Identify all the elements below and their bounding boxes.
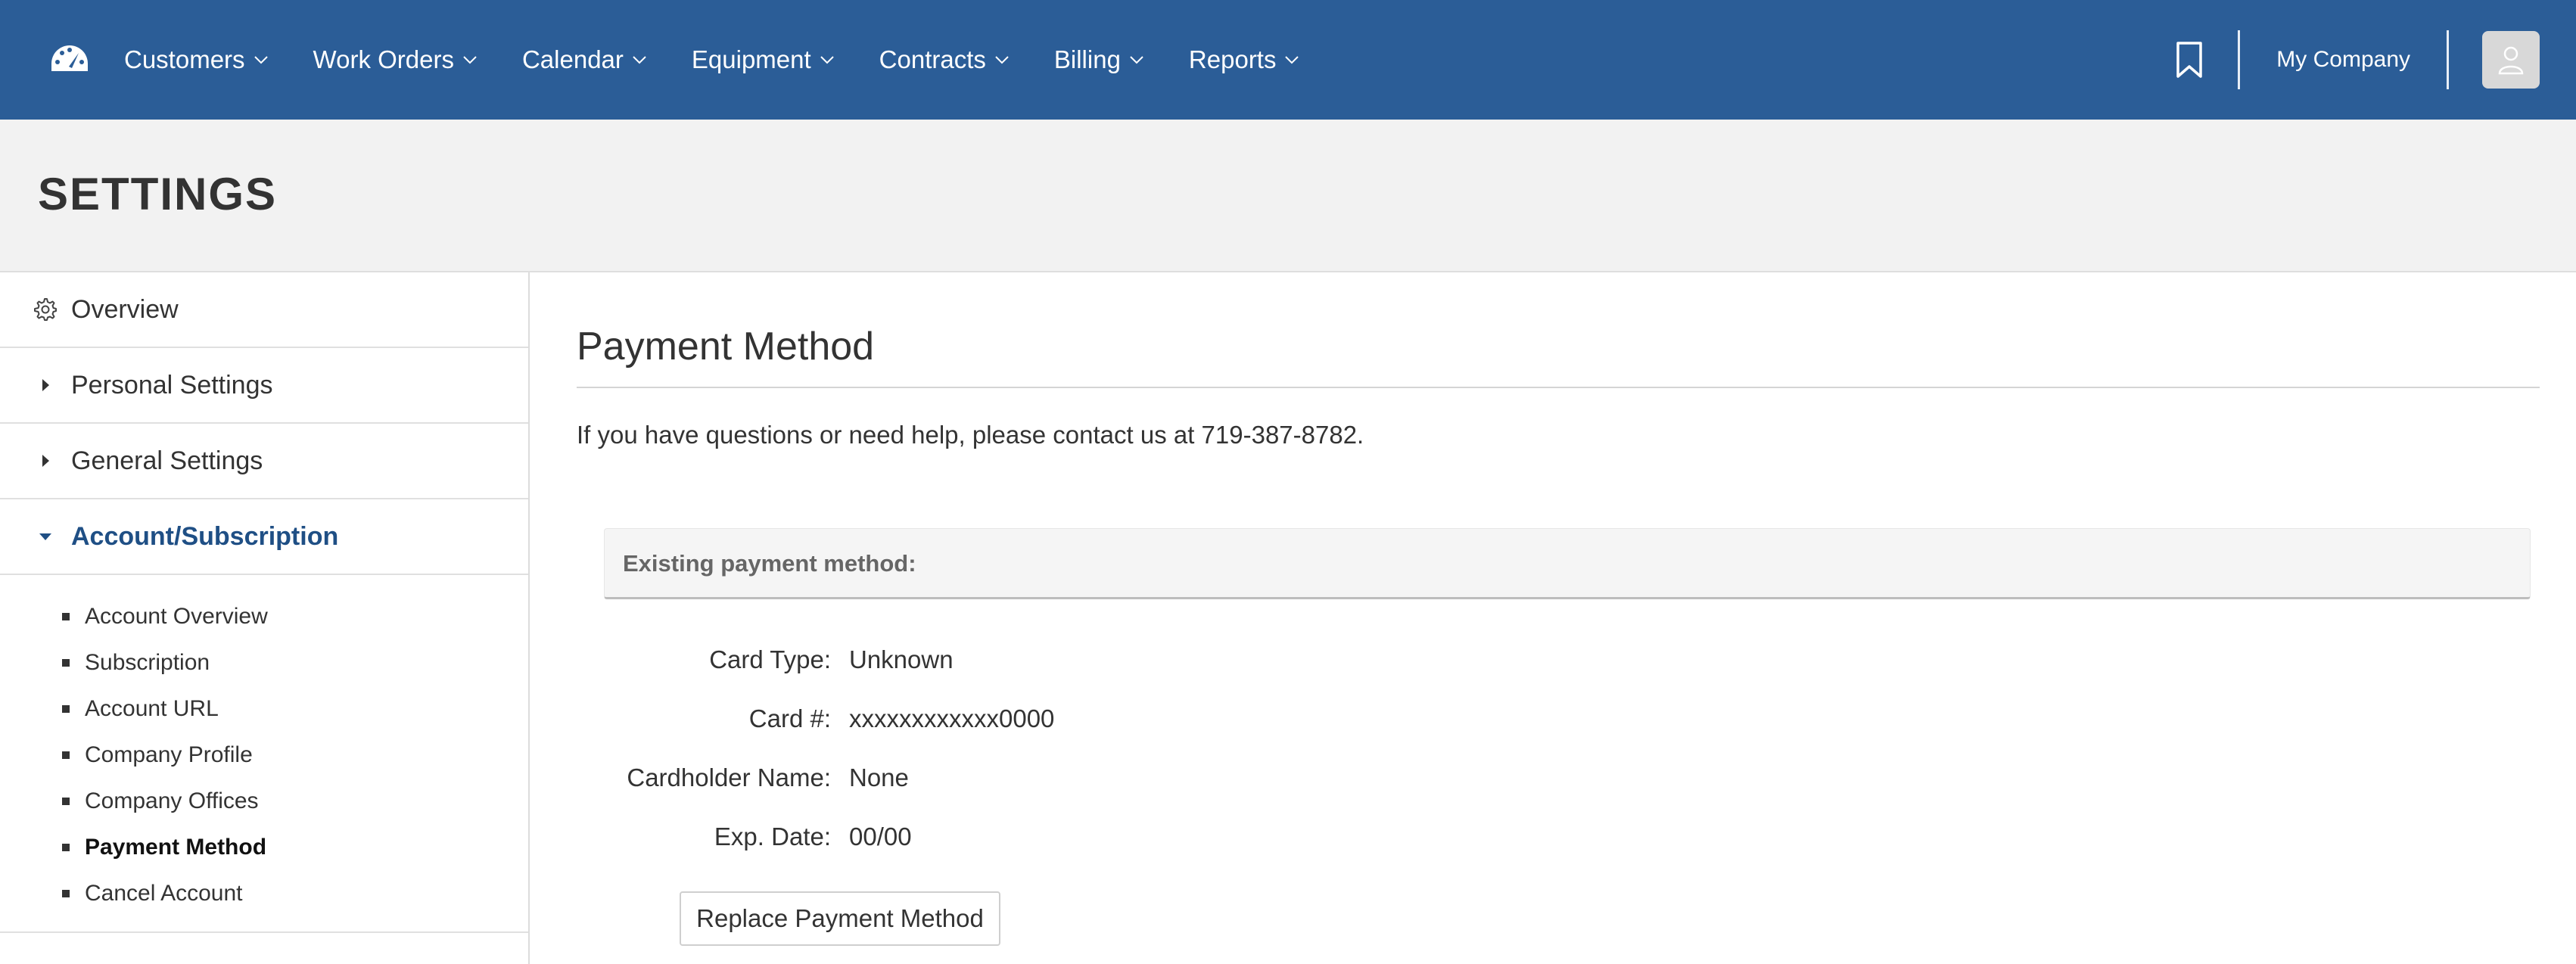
nav-contracts-label: Contracts xyxy=(879,45,986,73)
nav-work-orders-label: Work Orders xyxy=(313,45,454,73)
nav-reports[interactable]: Reports xyxy=(1189,45,1299,74)
field-value: 00/00 xyxy=(849,823,912,850)
field-label: Card #: xyxy=(748,704,831,732)
subnav-label: Cancel Account xyxy=(85,880,243,906)
caret-right-icon xyxy=(30,378,61,393)
page-title: SETTINGS xyxy=(38,169,278,219)
nav-reports-label: Reports xyxy=(1188,45,1277,73)
nav-work-orders[interactable]: Work Orders xyxy=(313,45,477,74)
bullet xyxy=(62,704,70,713)
top-nav: Customers Work Orders Calendar Equipment… xyxy=(0,0,2576,120)
sidebar-item-label: General Settings xyxy=(71,446,263,475)
field-label: Card Type: xyxy=(709,645,831,673)
caret-down-icon xyxy=(30,531,61,542)
bookmark-icon[interactable] xyxy=(2174,39,2204,80)
chevron-down-icon xyxy=(1285,56,1299,64)
field-cardholder-name: Cardholder Name: None xyxy=(604,755,909,801)
main-content: Payment Method If you have questions or … xyxy=(530,272,2576,964)
bullet xyxy=(62,889,70,897)
nav-calendar[interactable]: Calendar xyxy=(522,45,646,74)
caret-right-icon xyxy=(30,453,61,468)
sidebar-item-label: Account/Subscription xyxy=(71,521,339,551)
subnav-label: Subscription xyxy=(85,649,210,675)
subnav-company-profile[interactable]: Company Profile xyxy=(0,732,528,778)
nav-right: My Company xyxy=(2174,0,2576,120)
bullet xyxy=(62,843,70,851)
nav-customers[interactable]: Customers xyxy=(124,45,268,74)
subnav-account-overview[interactable]: Account Overview xyxy=(0,593,528,639)
help-text: If you have questions or need help, plea… xyxy=(577,421,1364,449)
nav-billing-label: Billing xyxy=(1053,45,1121,73)
nav-divider xyxy=(2447,30,2449,89)
sidebar-item-account-subscription[interactable]: Account/Subscription xyxy=(0,499,528,575)
subnav-label: Account Overview xyxy=(85,603,268,629)
subnav-label: Account URL xyxy=(85,695,219,721)
field-label: Cardholder Name: xyxy=(627,763,831,791)
chevron-down-icon xyxy=(463,56,477,64)
settings-header: SETTINGS xyxy=(0,120,2576,272)
user-icon[interactable] xyxy=(2482,31,2540,89)
account-subnav: Account Overview Subscription Account UR… xyxy=(0,575,528,933)
subnav-subscription[interactable]: Subscription xyxy=(0,639,528,686)
existing-payment-label: Existing payment method: xyxy=(623,550,916,577)
sidebar-item-overview[interactable]: Overview xyxy=(0,272,528,348)
gear-icon xyxy=(30,297,61,322)
nav-billing[interactable]: Billing xyxy=(1054,45,1143,74)
nav-calendar-label: Calendar xyxy=(521,45,624,73)
sidebar-item-label: Overview xyxy=(71,294,179,324)
field-value: xxxxxxxxxxxx0000 xyxy=(849,704,1055,732)
chevron-down-icon xyxy=(820,56,834,64)
subnav-payment-method[interactable]: Payment Method xyxy=(0,824,528,870)
sidebar-item-general-settings[interactable]: General Settings xyxy=(0,424,528,499)
company-switcher[interactable]: My Company xyxy=(2276,47,2410,73)
bullet xyxy=(62,797,70,805)
nav-equipment[interactable]: Equipment xyxy=(692,45,834,74)
chevron-down-icon xyxy=(1130,56,1143,64)
section-heading: Payment Method xyxy=(577,325,875,368)
field-card-type: Card Type: Unknown xyxy=(604,637,954,683)
bullet xyxy=(62,658,70,667)
nav-contracts[interactable]: Contracts xyxy=(879,45,1009,74)
chevron-down-icon xyxy=(254,56,268,64)
settings-sidebar: Overview Personal Settings General Setti… xyxy=(0,272,530,964)
sidebar-item-label: Personal Settings xyxy=(71,370,273,400)
field-label: Exp. Date: xyxy=(714,823,831,850)
field-value: Unknown xyxy=(849,645,954,673)
existing-payment-panel: Existing payment method: xyxy=(604,528,2531,599)
replace-payment-method-button[interactable]: Replace Payment Method xyxy=(680,891,1000,946)
subnav-cancel-account[interactable]: Cancel Account xyxy=(0,870,528,916)
nav-equipment-label: Equipment xyxy=(691,45,811,73)
bullet xyxy=(62,612,70,620)
subnav-label: Company Offices xyxy=(85,788,259,813)
chevron-down-icon xyxy=(633,56,646,64)
field-exp-date: Exp. Date: 00/00 xyxy=(604,814,912,860)
sidebar-item-personal-settings[interactable]: Personal Settings xyxy=(0,348,528,424)
subnav-company-offices[interactable]: Company Offices xyxy=(0,778,528,824)
speedometer-icon[interactable] xyxy=(48,42,91,77)
subnav-label: Payment Method xyxy=(85,834,267,860)
nav-divider xyxy=(2238,30,2241,89)
field-value: None xyxy=(849,763,909,791)
field-card-number: Card #: xxxxxxxxxxxx0000 xyxy=(604,696,1055,742)
chevron-down-icon xyxy=(995,56,1009,64)
subnav-label: Company Profile xyxy=(85,742,253,767)
bullet xyxy=(62,751,70,759)
nav-customers-label: Customers xyxy=(124,45,245,73)
subnav-account-url[interactable]: Account URL xyxy=(0,686,528,732)
divider xyxy=(577,387,2540,388)
